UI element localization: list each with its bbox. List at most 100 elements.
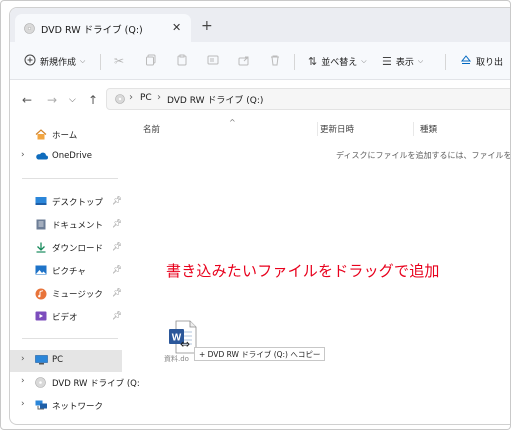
sidebar-item-dvd-drive[interactable]: › DVD RW ドライブ (Q: bbox=[10, 372, 140, 394]
home-icon bbox=[35, 129, 47, 140]
trash-icon bbox=[269, 54, 281, 69]
chevron-right-icon[interactable]: › bbox=[21, 150, 25, 160]
new-button[interactable]: 新規作成 ⌵ bbox=[24, 53, 85, 69]
paste-button[interactable] bbox=[176, 53, 188, 69]
sort-arrows-icon: ⇅ bbox=[308, 54, 318, 68]
chevron-right-icon[interactable]: › bbox=[21, 376, 25, 386]
back-arrow-icon[interactable]: ← bbox=[22, 93, 32, 107]
sort-button-label: 並べ替え bbox=[321, 57, 358, 68]
pin-icon: 📌︎ bbox=[112, 265, 123, 274]
view-button-label: 表示 bbox=[395, 57, 414, 68]
cloud-icon bbox=[35, 151, 48, 161]
breadcrumb-chevron-icon: › bbox=[157, 92, 161, 103]
sidebar-item-documents[interactable]: ドキュメント 📌︎ bbox=[10, 214, 122, 236]
file-explorer-window: DVD RW ドライブ (Q:) ✕ + 新規作成 ⌵ ✂ ⇅ 並べ替え ⌵ ☰… bbox=[9, 7, 511, 425]
sidebar-item-label: デスクトップ bbox=[52, 198, 104, 208]
sidebar-divider bbox=[22, 178, 118, 179]
tab-bar: DVD RW ドライブ (Q:) ✕ + bbox=[10, 8, 510, 42]
drag-copy-cursor-icon: ⇔ bbox=[180, 337, 191, 351]
view-button[interactable]: ☰ 表示 ⌵ bbox=[382, 53, 423, 69]
eject-button-label: 取り出 bbox=[476, 57, 504, 68]
copy-icon bbox=[145, 54, 157, 69]
sidebar-item-pc[interactable]: › PC bbox=[10, 350, 122, 372]
pin-icon: 📌︎ bbox=[112, 219, 123, 228]
sidebar-item-label: OneDrive bbox=[52, 151, 92, 161]
close-tab-icon[interactable]: ✕ bbox=[172, 21, 181, 34]
instruction-annotation: 書き込みたいファイルをドラッグで追加 bbox=[166, 262, 440, 280]
scissors-icon: ✂ bbox=[114, 54, 125, 68]
column-divider bbox=[413, 122, 414, 136]
sidebar-item-label: ダウンロード bbox=[52, 244, 104, 254]
rename-button[interactable] bbox=[207, 53, 219, 69]
address-bar[interactable]: › PC › DVD RW ドライブ (Q:) bbox=[106, 88, 510, 110]
pin-icon: 📌︎ bbox=[112, 288, 123, 297]
sidebar-item-downloads[interactable]: ダウンロード 📌︎ bbox=[10, 237, 122, 259]
sidebar-item-label: ミュージック bbox=[52, 290, 103, 300]
chevron-right-icon[interactable]: › bbox=[21, 399, 25, 409]
toolbar-divider bbox=[100, 54, 101, 70]
column-header-modified[interactable]: 更新日時 bbox=[320, 123, 354, 135]
sidebar-item-label: ホーム bbox=[52, 131, 78, 141]
network-icon bbox=[35, 400, 47, 410]
pin-icon: 📌︎ bbox=[112, 311, 123, 320]
sidebar-item-onedrive[interactable]: › OneDrive bbox=[10, 146, 122, 168]
sidebar-item-music[interactable]: ミュージック 📌︎ bbox=[10, 283, 122, 305]
eject-button[interactable]: 取り出 bbox=[460, 53, 503, 69]
toolbar-divider bbox=[294, 54, 295, 70]
rename-icon bbox=[207, 54, 219, 69]
music-icon bbox=[35, 288, 47, 300]
pin-icon: 📌︎ bbox=[112, 196, 123, 205]
share-button[interactable] bbox=[238, 53, 250, 69]
address-row: ← → ⌵ ↑ › PC › DVD RW ドライブ (Q:) bbox=[10, 80, 510, 118]
sidebar-item-home[interactable]: ホーム bbox=[10, 124, 122, 146]
delete-button[interactable] bbox=[269, 53, 281, 69]
new-button-label: 新規作成 bbox=[40, 57, 77, 68]
toolbar-divider bbox=[445, 54, 446, 70]
plus-circle-icon bbox=[24, 54, 36, 69]
cut-button[interactable]: ✂ bbox=[114, 53, 124, 69]
video-icon bbox=[35, 311, 47, 321]
sort-button[interactable]: ⇅ 並べ替え ⌵ bbox=[308, 53, 367, 69]
chevron-down-icon: ⌵ bbox=[80, 56, 86, 65]
column-divider bbox=[317, 122, 318, 136]
sidebar-item-network[interactable]: › ネットワーク bbox=[10, 395, 122, 417]
breadcrumb-pc[interactable]: PC bbox=[140, 93, 152, 103]
up-arrow-icon[interactable]: ↑ bbox=[88, 93, 98, 107]
chevron-right-icon[interactable]: › bbox=[21, 354, 25, 364]
column-header-type[interactable]: 種類 bbox=[420, 123, 437, 135]
sidebar-item-videos[interactable]: ビデオ 📌︎ bbox=[10, 306, 122, 328]
sidebar-item-desktop[interactable]: デスクトップ 📌︎ bbox=[10, 191, 122, 213]
navigation-pane: ホーム › OneDrive デスクトップ 📌︎ ドキュメント 📌︎ ダウンロー… bbox=[10, 118, 140, 424]
sidebar-item-label: ネットワーク bbox=[52, 402, 104, 412]
command-bar: 新規作成 ⌵ ✂ ⇅ 並べ替え ⌵ ☰ 表示 ⌵ 取り出 bbox=[10, 42, 510, 80]
empty-folder-message: ディスクにファイルを追加するには、ファイルをこのフォル bbox=[336, 151, 511, 160]
forward-arrow-icon[interactable]: → bbox=[47, 93, 57, 107]
disc-drive-icon bbox=[35, 377, 47, 388]
eject-icon bbox=[460, 54, 472, 69]
sidebar-divider bbox=[22, 338, 118, 339]
disc-drive-icon bbox=[24, 23, 35, 37]
sidebar-item-pictures[interactable]: ピクチャ 📌︎ bbox=[10, 260, 122, 282]
chevron-down-icon: ⌵ bbox=[361, 56, 367, 65]
drag-copy-tooltip: + DVD RW ドライブ (Q:) へコピー bbox=[194, 347, 326, 361]
list-view-icon: ☰ bbox=[382, 54, 392, 68]
disc-drive-icon bbox=[115, 94, 125, 107]
sidebar-item-label: ドキュメント bbox=[52, 221, 104, 231]
tab-title: DVD RW ドライブ (Q:) bbox=[41, 25, 143, 36]
recent-locations-chevron-icon[interactable]: ⌵ bbox=[69, 95, 76, 105]
new-tab-button[interactable]: + bbox=[201, 19, 213, 33]
picture-icon bbox=[35, 265, 47, 275]
sort-ascending-caret-icon: ^ bbox=[229, 118, 236, 127]
sidebar-item-label: PC bbox=[52, 355, 64, 365]
sidebar-item-label: ビデオ bbox=[52, 313, 78, 323]
pin-icon: 📌︎ bbox=[112, 242, 123, 251]
copy-button[interactable] bbox=[145, 53, 157, 69]
desktop-icon bbox=[35, 196, 47, 206]
sidebar-item-label: ピクチャ bbox=[52, 267, 86, 277]
breadcrumb-drive[interactable]: DVD RW ドライブ (Q:) bbox=[167, 93, 263, 106]
chevron-down-icon: ⌵ bbox=[417, 56, 424, 65]
dragged-file-name: 資料.do bbox=[164, 355, 189, 363]
tab-dvd-drive[interactable]: DVD RW ドライブ (Q:) ✕ bbox=[15, 14, 191, 42]
column-header-name[interactable]: 名前 bbox=[143, 123, 160, 135]
computer-icon bbox=[35, 355, 48, 365]
